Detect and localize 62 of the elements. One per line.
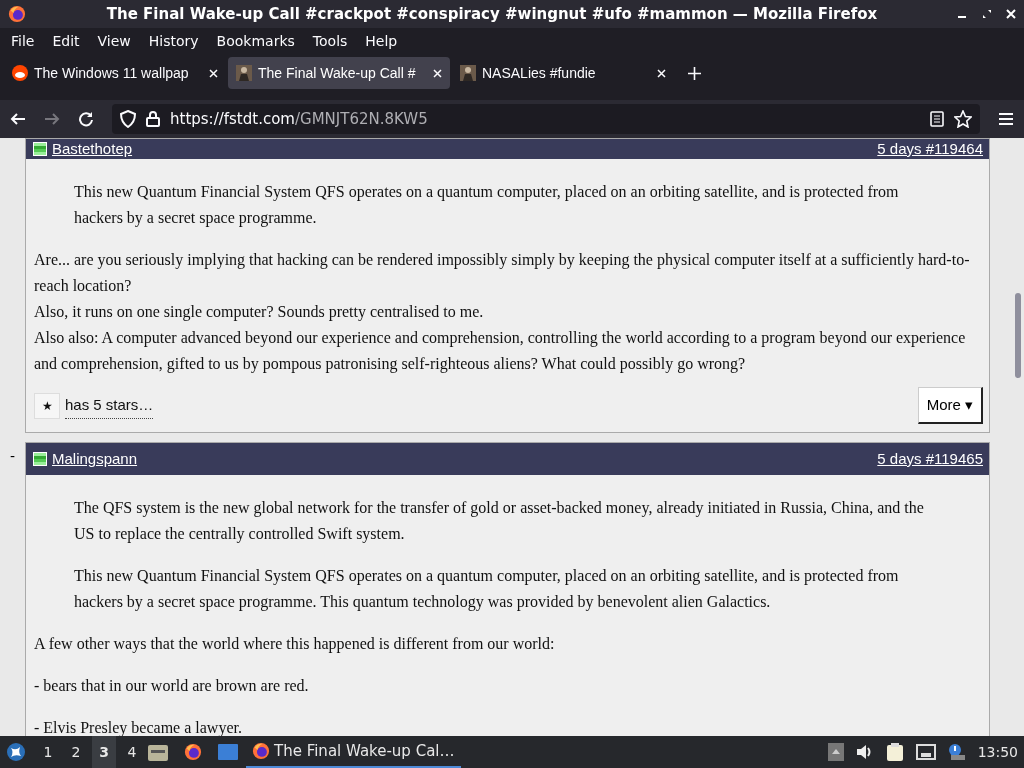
clock: 13:50 bbox=[977, 744, 1018, 760]
more-button[interactable]: More ▾ bbox=[917, 387, 983, 424]
lock-icon bbox=[146, 111, 160, 127]
shield-icon bbox=[120, 110, 136, 128]
browser-tab[interactable]: The Final Wake-up Call # bbox=[228, 57, 450, 89]
url-text: https://fstdt.com/GMNJT62N.8KW5 bbox=[170, 110, 428, 128]
browser-logo-icon bbox=[252, 742, 270, 760]
file-manager-icon[interactable] bbox=[148, 743, 168, 761]
star-button[interactable]: ★ bbox=[34, 392, 60, 419]
author-link[interactable]: Bastethotep bbox=[52, 138, 133, 162]
window-title: The Final Wake-up Call #crackpot #conspiracy #wingnut #ufo #mammon — Mozilla Firefox bbox=[105, 5, 879, 23]
close-icon[interactable] bbox=[1006, 9, 1016, 19]
comment-text: - Elvis Presley became a lawyer. bbox=[34, 718, 243, 736]
clipboard-icon[interactable] bbox=[885, 742, 904, 762]
menu-item[interactable]: Edit bbox=[43, 33, 89, 49]
workspace-button[interactable]: 2 bbox=[64, 736, 88, 768]
reload-icon[interactable] bbox=[78, 111, 94, 127]
permalink[interactable]: 5 days #119465 bbox=[877, 446, 983, 472]
scrollbar-thumb[interactable] bbox=[1015, 293, 1021, 378]
close-tab-icon[interactable] bbox=[433, 68, 442, 78]
close-tab-icon[interactable] bbox=[657, 68, 666, 78]
notification-icon[interactable] bbox=[947, 743, 966, 761]
quoted-text: The QFS system is the new global network for the transfer of gold or asset-backed money, already initiated in Russia, China, and the US to replace the centrally controlled Swift system. bbox=[74, 498, 925, 545]
comment-text: Also also: A computer advanced beyond our experience and comprehension, controlling the world according to a program beyond our experience and comprehension, gifted to us by pompous patronising self-righteous aliens? What could possibly go wrong? bbox=[34, 328, 967, 375]
menu-item[interactable]: Bookmarks bbox=[207, 33, 304, 49]
browser-tab[interactable]: The Windows 11 wallpap bbox=[4, 57, 226, 89]
stars-link[interactable]: has 5 stars… bbox=[65, 392, 154, 419]
comment-text: Are... are you seriously implying that hacking can be rendered impossibly simply by keeping the physical computer itself at a sufficiently hard-to-reach location? bbox=[34, 250, 971, 296]
author-link[interactable]: Malingspann bbox=[52, 446, 138, 472]
comment-text: A few other ways that the world where this happened is different from our world: bbox=[34, 634, 556, 655]
star-icon[interactable] bbox=[954, 110, 972, 128]
back-icon[interactable] bbox=[10, 111, 26, 127]
menu-item[interactable]: Help bbox=[356, 33, 407, 49]
browser-tab[interactable]: NASALies #fundie bbox=[452, 57, 674, 89]
start-menu-icon[interactable] bbox=[6, 742, 26, 762]
quoted-text: This new Quantum Financial System QFS operates on a quantum computer, placed on an orbiting satellite, and is protected from hackers by a secret space programme. bbox=[74, 182, 900, 229]
browser-launcher-icon[interactable] bbox=[184, 743, 202, 761]
menu-item[interactable]: History bbox=[139, 33, 208, 49]
permalink[interactable]: 5 days #119464 bbox=[877, 138, 983, 162]
identicon-icon bbox=[33, 142, 47, 156]
menu-item[interactable]: Tools bbox=[303, 33, 357, 49]
reader-view-icon[interactable] bbox=[930, 111, 944, 127]
menu-icon[interactable] bbox=[998, 112, 1014, 126]
restore-icon[interactable] bbox=[982, 9, 992, 19]
comment-text: - bears that in our world are brown are red. bbox=[34, 676, 310, 696]
browser-logo-icon bbox=[8, 5, 26, 23]
identicon-icon bbox=[33, 452, 47, 466]
workspace-button[interactable]: 1 bbox=[36, 736, 60, 768]
quoted-text: This new Quantum Financial System QFS operates on a quantum computer, placed on an orbiting satellite, and is protected from hackers by a secret space programme. This quantum technology was provided by benevolent alien Galactics. bbox=[74, 566, 900, 613]
figure-icon bbox=[460, 65, 476, 81]
address-bar[interactable]: https://fstdt.com/GMNJT62N.8KW5 bbox=[112, 104, 980, 134]
forward-icon[interactable] bbox=[44, 111, 60, 127]
new-tab-icon[interactable] bbox=[688, 66, 701, 80]
menu-item[interactable]: View bbox=[88, 33, 140, 49]
menu-item[interactable]: File bbox=[2, 33, 44, 49]
taskbar-task[interactable]: The Final Wake-up Cal… bbox=[246, 736, 461, 768]
workspace-button[interactable]: 3 bbox=[92, 736, 116, 768]
comment-text: Also, it runs on one single computer? Sounds pretty centralised to me. bbox=[34, 302, 485, 323]
close-tab-icon[interactable] bbox=[209, 68, 218, 78]
figure-icon bbox=[236, 65, 252, 81]
workspace-button[interactable]: 4 bbox=[120, 736, 144, 768]
collapse-toggle[interactable]: - bbox=[9, 448, 16, 464]
